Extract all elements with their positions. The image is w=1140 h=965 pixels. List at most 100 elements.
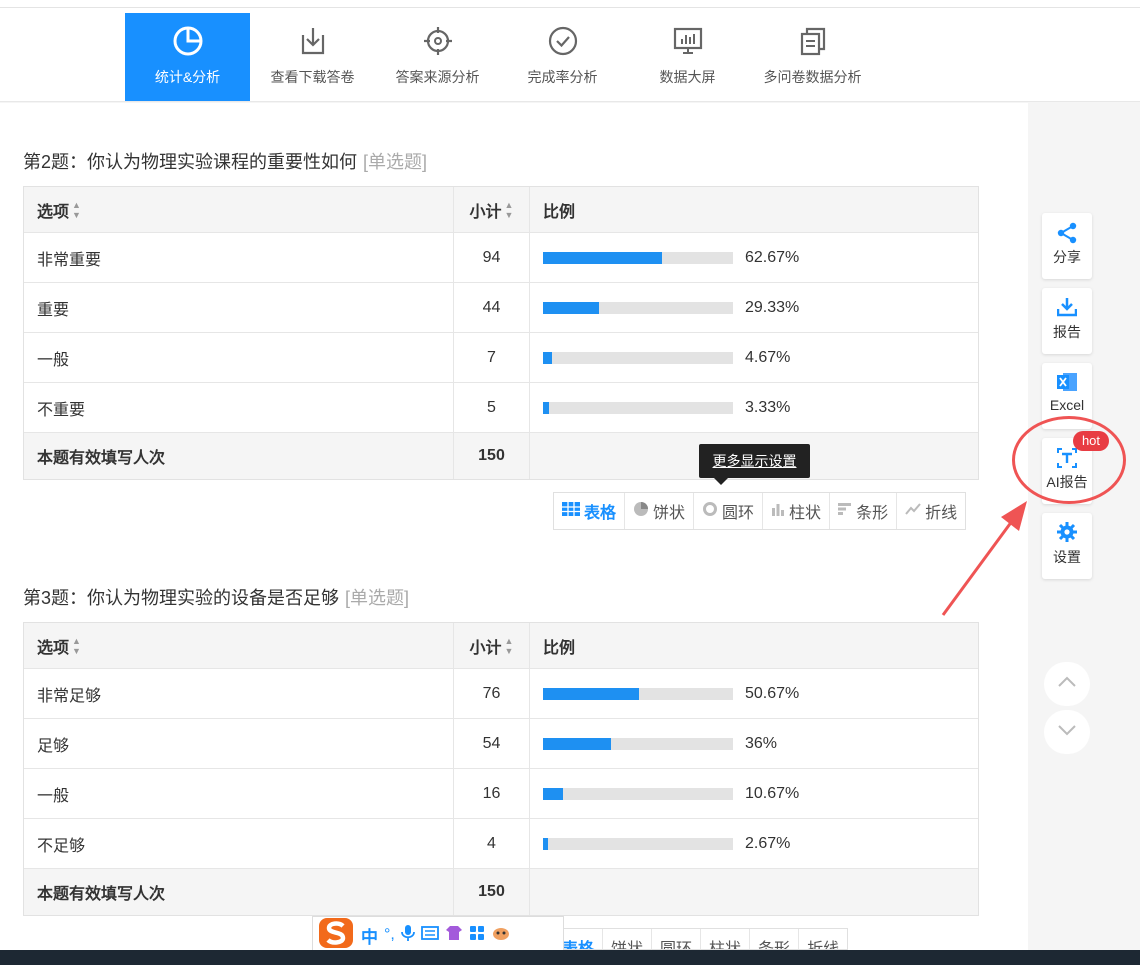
tab-column[interactable]: 柱状: [763, 493, 831, 529]
keyboard-icon[interactable]: [420, 925, 439, 945]
question-title-text: 第3题：你认为物理实验的设备是否足够: [23, 588, 340, 608]
scroll-up-button[interactable]: [1044, 662, 1090, 706]
ratio-bar: [543, 401, 733, 414]
tab-table[interactable]: 表格: [554, 493, 626, 529]
table-row: 不重要 5 3.33%: [24, 383, 978, 433]
count-cell: 76: [454, 669, 530, 718]
table-footer-row: 本题有效填写人次 150: [24, 869, 978, 915]
highlight-ring: [1012, 416, 1126, 504]
ratio-bar: [543, 787, 733, 800]
ime-chinese-mode[interactable]: 中: [361, 923, 378, 948]
table-row: 不足够 4 2.67%: [24, 819, 978, 869]
nav-stats-analysis[interactable]: 统计&分析: [125, 13, 250, 101]
report-button[interactable]: 报告: [1042, 288, 1092, 354]
count-cell: 7: [454, 333, 530, 382]
donut-icon: [702, 501, 718, 522]
bar-icon: [838, 502, 852, 521]
nav-data-screen[interactable]: 数据大屏: [625, 13, 750, 101]
nav-completion-rate[interactable]: 完成率分析: [500, 13, 625, 101]
question-type: [单选题]: [345, 588, 410, 608]
nav-source-analysis[interactable]: 答案来源分析: [375, 13, 500, 101]
count-cell: 94: [454, 233, 530, 282]
tab-pie[interactable]: 饼状: [603, 929, 653, 949]
ratio-header-label: 比例: [543, 203, 576, 221]
tab-label: 表格: [562, 941, 595, 950]
question-title: 第3题：你认为物理实验的设备是否足够 [单选题]: [23, 584, 409, 610]
nav-multi-survey[interactable]: 多问卷数据分析: [750, 13, 875, 101]
ratio-header: 比例: [530, 623, 978, 668]
option-cell: 非常足够: [24, 669, 454, 718]
ratio-bar: [543, 837, 733, 850]
ratio-bar-fill: [543, 301, 599, 314]
option-header-label: 选项: [37, 203, 70, 221]
pie-chart-icon: [125, 13, 250, 63]
ratio-cell: 4.67%: [530, 333, 978, 382]
percent-label: 29.33%: [745, 298, 800, 316]
ratio-cell: 3.33%: [530, 383, 978, 432]
microphone-icon[interactable]: [400, 924, 415, 947]
tab-donut[interactable]: 圆环: [694, 493, 764, 529]
table-footer-row: 本题有效填写人次 150: [24, 433, 978, 479]
ratio-bar-fill: [543, 837, 549, 850]
skin-shirt-icon[interactable]: [445, 925, 463, 946]
excel-icon: [1042, 363, 1092, 397]
copy-docs-icon: [750, 13, 875, 63]
count-header-label: 小计: [469, 639, 502, 657]
tab-column[interactable]: 柱状: [701, 929, 751, 949]
punctuation-icon[interactable]: °,: [384, 926, 395, 944]
sogou-logo-icon[interactable]: [317, 916, 355, 955]
option-header[interactable]: 选项 ▲ ▼: [24, 187, 454, 232]
scroll-down-button[interactable]: [1044, 710, 1090, 754]
count-cell: 16: [454, 769, 530, 818]
pie-icon: [633, 501, 649, 522]
count-cell: 4: [454, 819, 530, 868]
ratio-cell: 36%: [530, 719, 978, 768]
check-circle-icon: [500, 13, 625, 63]
tab-line[interactable]: 折线: [799, 929, 847, 949]
settings-button[interactable]: 设置: [1042, 513, 1092, 579]
more-display-settings-tooltip[interactable]: 更多显示设置: [699, 444, 810, 485]
tab-label: 圆环: [722, 505, 755, 522]
count-cell: 5: [454, 383, 530, 432]
share-button[interactable]: 分享: [1042, 213, 1092, 279]
mascot-icon[interactable]: [491, 925, 511, 946]
tab-label: 柱状: [789, 505, 822, 522]
share-icon: [1042, 213, 1092, 247]
tab-bar[interactable]: 条形: [750, 929, 800, 949]
tab-bar[interactable]: 条形: [830, 493, 898, 529]
share-label: 分享: [1053, 249, 1081, 265]
count-header[interactable]: 小计 ▲ ▼: [454, 187, 530, 232]
option-cell: 一般: [24, 769, 454, 818]
monitor-chart-icon: [625, 13, 750, 63]
question-type: [单选题]: [363, 152, 428, 172]
settings-label: 设置: [1053, 549, 1081, 565]
table-row: 足够 54 36%: [24, 719, 978, 769]
count-cell: 44: [454, 283, 530, 332]
tab-label: 表格: [584, 505, 617, 522]
sort-icon: ▲ ▼: [72, 199, 81, 220]
line-icon: [905, 502, 921, 521]
count-header[interactable]: 小计 ▲ ▼: [454, 623, 530, 668]
table-header-row: 选项 ▲ ▼ 小计 ▲ ▼ 比例: [24, 187, 978, 233]
tab-label: 条形: [856, 505, 889, 522]
option-header[interactable]: 选项 ▲ ▼: [24, 623, 454, 668]
ratio-bar-fill: [543, 401, 550, 414]
ratio-bar: [543, 737, 733, 750]
question-title: 第2题：你认为物理实验课程的重要性如何 [单选题]: [23, 148, 427, 174]
nav-view-download[interactable]: 查看下载答卷: [250, 13, 375, 101]
percent-label: 3.33%: [745, 398, 791, 416]
option-cell: 足够: [24, 719, 454, 768]
os-taskbar: [0, 950, 1140, 965]
tab-donut[interactable]: 圆环: [652, 929, 702, 949]
tab-pie[interactable]: 饼状: [625, 493, 695, 529]
sort-icon: ▲ ▼: [504, 199, 514, 220]
chart-type-tabs: 表格 饼状 圆环 柱状 条形 折线: [553, 492, 967, 530]
download-icon: [250, 13, 375, 63]
chevron-down-icon: [1057, 723, 1077, 741]
toolbox-grid-icon[interactable]: [469, 925, 485, 946]
percent-label: 10.67%: [745, 784, 800, 802]
option-cell: 非常重要: [24, 233, 454, 282]
ratio-bar-fill: [543, 737, 612, 750]
nav-label: 查看下载答卷: [270, 69, 355, 85]
ratio-bar: [543, 251, 733, 264]
